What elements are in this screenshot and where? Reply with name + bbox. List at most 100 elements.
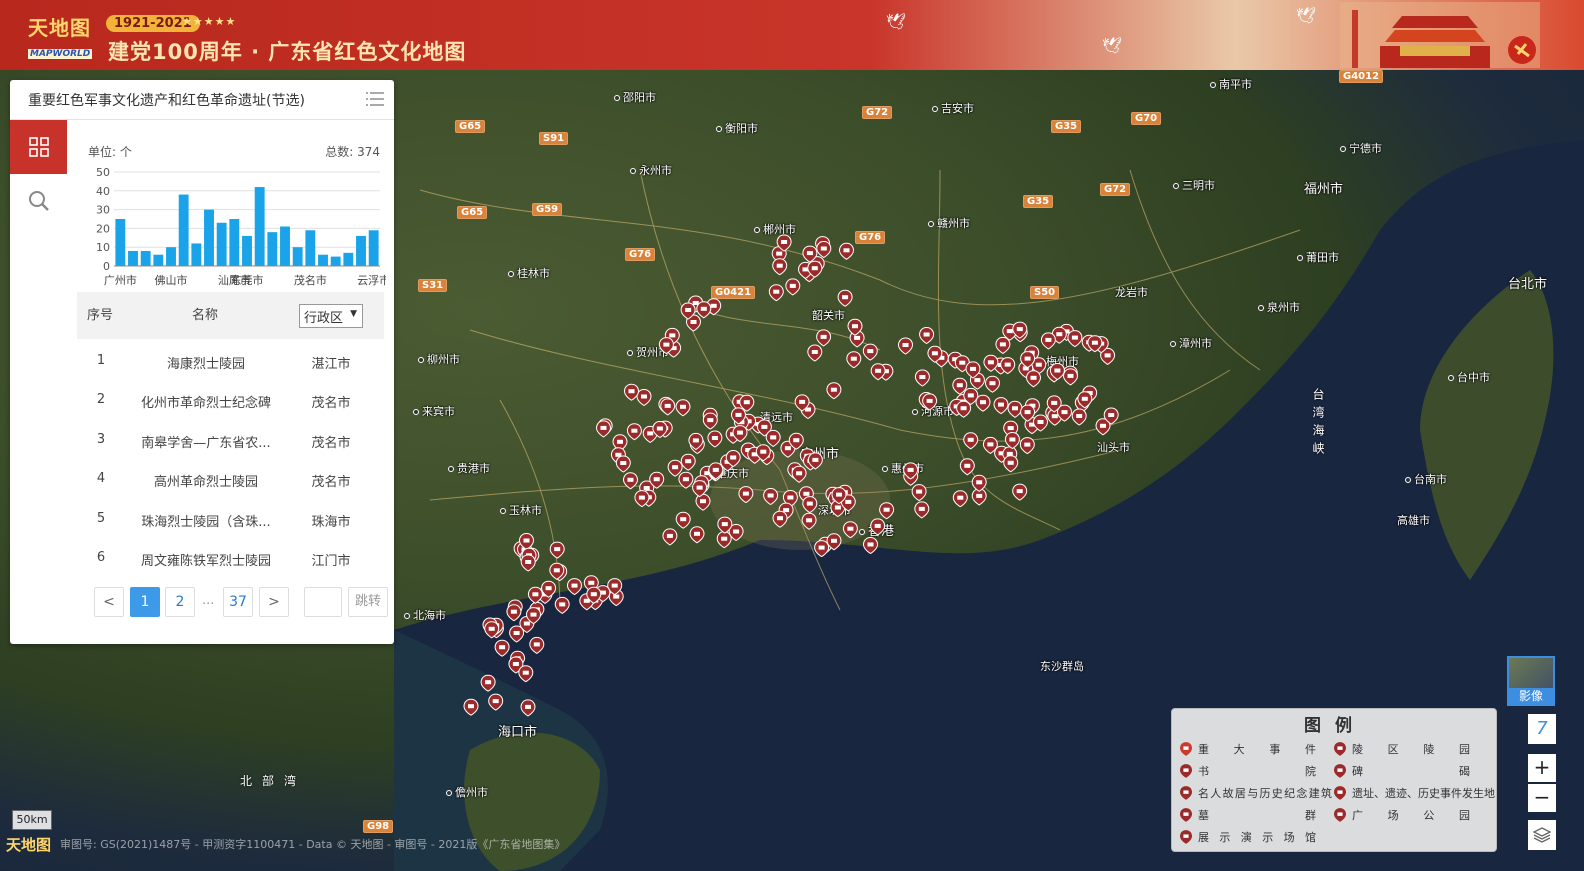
next-page-button[interactable]: > bbox=[259, 587, 289, 617]
heritage-site-marker[interactable] bbox=[738, 486, 754, 504]
heritage-site-marker[interactable] bbox=[807, 344, 823, 362]
heritage-site-marker[interactable] bbox=[626, 423, 642, 441]
table-row[interactable]: 5 珠海烈士陵园（含珠... 珠海市 bbox=[77, 500, 384, 539]
heritage-site-marker[interactable] bbox=[1019, 437, 1035, 455]
heritage-site-marker[interactable] bbox=[816, 329, 832, 347]
chart-bar-云浮市[interactable] bbox=[368, 230, 379, 266]
chart-bar-惠州市[interactable] bbox=[216, 222, 227, 266]
legend-item[interactable]: 展示演示场馆 bbox=[1180, 829, 1316, 845]
heritage-site-marker[interactable] bbox=[975, 394, 991, 412]
heritage-site-marker[interactable] bbox=[879, 502, 895, 520]
heritage-site-marker[interactable] bbox=[529, 636, 545, 654]
heritage-site-marker[interactable] bbox=[1063, 368, 1078, 386]
city-count-bar-chart[interactable]: 01020304050广州市 佛山市 茂名市汕尾市东莞市 云浮市 bbox=[88, 166, 386, 290]
heritage-site-marker[interactable] bbox=[862, 343, 878, 361]
chart-bar-清远市[interactable] bbox=[330, 256, 341, 266]
heritage-site-marker[interactable] bbox=[768, 284, 784, 302]
page-button-last[interactable]: 37 bbox=[223, 587, 253, 617]
heritage-site-marker[interactable] bbox=[985, 375, 1000, 393]
heritage-site-marker[interactable] bbox=[518, 665, 534, 683]
table-row[interactable]: 4 高州革命烈士陵园 茂名市 bbox=[77, 460, 384, 499]
legend-item[interactable]: 遗址、遗迹、历史事件发生地 bbox=[1334, 785, 1495, 801]
heritage-site-marker[interactable] bbox=[1012, 483, 1028, 501]
layers-button[interactable] bbox=[1528, 820, 1556, 850]
table-row[interactable]: 1 海康烈士陵园 湛江市 bbox=[77, 342, 384, 381]
heritage-site-marker[interactable] bbox=[785, 278, 801, 296]
heritage-site-marker[interactable] bbox=[995, 336, 1011, 354]
heritage-site-marker[interactable] bbox=[716, 531, 732, 549]
tab-search[interactable] bbox=[10, 174, 67, 228]
chart-bar-河源市[interactable] bbox=[191, 243, 202, 266]
heritage-site-marker[interactable] bbox=[826, 382, 842, 400]
heritage-site-marker[interactable] bbox=[680, 453, 696, 471]
prev-page-button[interactable]: < bbox=[94, 587, 124, 617]
chart-bar-揭阳市[interactable] bbox=[356, 235, 366, 266]
heritage-site-marker[interactable] bbox=[660, 398, 676, 416]
heritage-site-marker[interactable] bbox=[963, 432, 979, 450]
heritage-site-marker[interactable] bbox=[772, 258, 788, 276]
zoom-out-button[interactable]: − bbox=[1528, 784, 1556, 812]
chart-bar-阳江市[interactable] bbox=[280, 226, 290, 266]
heritage-site-marker[interactable] bbox=[488, 693, 504, 711]
heritage-site-marker[interactable] bbox=[816, 241, 832, 258]
heritage-site-marker[interactable] bbox=[623, 472, 638, 490]
heritage-site-marker[interactable] bbox=[956, 400, 972, 418]
heritage-site-marker[interactable] bbox=[702, 412, 718, 430]
heritage-site-marker[interactable] bbox=[463, 698, 479, 716]
heritage-site-marker[interactable] bbox=[837, 289, 853, 307]
heritage-site-marker[interactable] bbox=[567, 578, 582, 596]
page-jump-button[interactable]: 跳转 bbox=[348, 587, 388, 617]
heritage-site-marker[interactable] bbox=[772, 510, 788, 528]
chart-bar-江门市[interactable] bbox=[267, 232, 278, 266]
chart-bar-汕头市[interactable] bbox=[153, 254, 164, 266]
chart-bar-深圳市[interactable] bbox=[128, 250, 138, 266]
heritage-site-marker[interactable] bbox=[846, 351, 862, 369]
heritage-site-marker[interactable] bbox=[993, 397, 1009, 415]
heritage-site-marker[interactable] bbox=[1004, 432, 1020, 449]
chart-bar-广州市[interactable] bbox=[115, 219, 126, 266]
heritage-site-marker[interactable] bbox=[520, 554, 536, 572]
heritage-site-marker[interactable] bbox=[667, 459, 683, 477]
heritage-site-marker[interactable] bbox=[801, 512, 817, 530]
heritage-site-marker[interactable] bbox=[1003, 455, 1019, 473]
heritage-site-marker[interactable] bbox=[636, 389, 652, 406]
chart-bar-珠海市[interactable] bbox=[140, 250, 151, 266]
chart-bar-潮州市[interactable] bbox=[343, 252, 354, 266]
heritage-site-marker[interactable] bbox=[506, 604, 522, 622]
legend-item[interactable]: 墓群 bbox=[1180, 807, 1316, 823]
heritage-site-marker[interactable] bbox=[675, 511, 691, 529]
list-menu-icon[interactable] bbox=[366, 91, 384, 107]
zoom-in-button[interactable]: + bbox=[1528, 754, 1556, 782]
heritage-site-marker[interactable] bbox=[914, 369, 930, 387]
heritage-site-marker[interactable] bbox=[554, 596, 570, 614]
chart-bar-佛山市[interactable] bbox=[166, 247, 176, 266]
heritage-site-marker[interactable] bbox=[707, 430, 723, 448]
region-filter-select[interactable]: 行政区 ▼ bbox=[299, 304, 363, 328]
legend-item[interactable]: 名人故居与历史纪念建筑 bbox=[1180, 785, 1332, 801]
chart-bar-东莞市[interactable] bbox=[242, 235, 252, 266]
chart-bar-韶关市[interactable] bbox=[178, 194, 189, 266]
heritage-site-marker[interactable] bbox=[839, 242, 854, 260]
page-jump-input[interactable] bbox=[304, 587, 342, 617]
page-button-1[interactable]: 1 bbox=[130, 587, 160, 617]
heritage-site-marker[interactable] bbox=[952, 490, 968, 508]
heritage-site-marker[interactable] bbox=[615, 455, 631, 473]
heritage-site-marker[interactable] bbox=[1067, 330, 1083, 348]
legend-item[interactable]: 陵区陵园 bbox=[1334, 741, 1470, 757]
chart-bar-梅州市[interactable] bbox=[204, 209, 214, 266]
table-row[interactable]: 2 化州市革命烈士纪念碑 茂名市 bbox=[77, 381, 384, 420]
heritage-site-marker[interactable] bbox=[1007, 400, 1023, 418]
heritage-site-marker[interactable] bbox=[863, 537, 878, 554]
legend-item[interactable]: 重大事件 bbox=[1180, 741, 1316, 757]
heritage-site-marker[interactable] bbox=[596, 420, 611, 438]
heritage-site-marker[interactable] bbox=[549, 541, 565, 559]
chart-bar-中山市[interactable] bbox=[254, 187, 265, 266]
heritage-site-marker[interactable] bbox=[971, 474, 987, 492]
heritage-site-marker[interactable] bbox=[494, 639, 510, 657]
heritage-site-marker[interactable] bbox=[791, 465, 807, 483]
heritage-site-marker[interactable] bbox=[1071, 408, 1087, 426]
heritage-site-marker[interactable] bbox=[898, 337, 913, 355]
page-button-2[interactable]: 2 bbox=[165, 587, 195, 617]
heritage-site-marker[interactable] bbox=[959, 458, 975, 476]
heritage-site-marker[interactable] bbox=[911, 484, 927, 502]
